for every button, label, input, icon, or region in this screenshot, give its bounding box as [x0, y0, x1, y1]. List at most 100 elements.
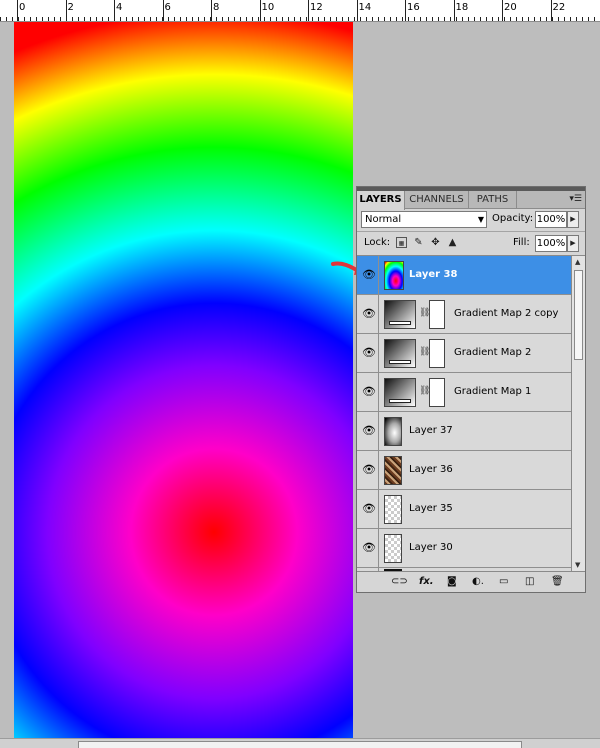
fill-slider-button[interactable]: ▶ — [567, 235, 579, 252]
layer-row-layer-35[interactable]: 👁 Layer 35 — [357, 490, 571, 529]
ruler-tick — [102, 17, 103, 21]
visibility-toggle[interactable]: 👁 — [357, 412, 379, 450]
ruler-major-tick — [162, 0, 164, 21]
ruler-gutter — [0, 22, 14, 748]
ruler-tick — [402, 17, 403, 21]
layer-name: Gradient Map 2 copy — [454, 308, 559, 319]
gradient-map-thumbnail-icon — [384, 300, 416, 329]
panel-menu-icon[interactable]: ▾☰ — [569, 194, 582, 204]
lock-image-pixels-icon[interactable]: ✎ — [413, 237, 424, 248]
blend-mode-value: Normal — [365, 214, 402, 225]
scroll-thumb[interactable] — [574, 270, 583, 360]
adjustment-layer-icon[interactable]: ◐. — [472, 575, 484, 589]
eye-icon: 👁 — [362, 307, 376, 320]
tab-paths[interactable]: PATHS — [469, 191, 517, 209]
ruler-label: 12 — [310, 2, 323, 13]
trash-icon[interactable]: 🗑 — [551, 575, 564, 589]
lock-transparent-pixels-icon[interactable]: ▦ — [396, 237, 407, 248]
layer-mask-thumbnail — [429, 339, 445, 368]
rainbow-radial-gradient — [14, 22, 353, 738]
tab-channels[interactable]: CHANNELS — [405, 191, 469, 209]
ruler-tick — [336, 17, 337, 21]
fx-icon[interactable]: fx. — [419, 575, 434, 589]
ruler-tick — [564, 17, 565, 21]
ruler-tick — [408, 17, 409, 21]
layer-row-gradient-map-2[interactable]: 👁 ⛓ Gradient Map 2 — [357, 334, 571, 373]
ruler-tick — [138, 17, 139, 21]
ruler-tick — [294, 17, 295, 21]
ruler-tick — [318, 17, 319, 21]
ruler-major-tick — [502, 0, 503, 21]
visibility-toggle[interactable]: 👁 — [357, 490, 379, 528]
ruler-tick — [108, 17, 109, 21]
eye-icon: 👁 — [362, 346, 376, 359]
add-mask-icon[interactable]: ◙ — [447, 575, 457, 589]
ruler-tick — [366, 17, 367, 21]
layer-list-scrollbar[interactable]: ▲ ▼ — [571, 255, 585, 571]
visibility-toggle[interactable]: 👁 — [357, 295, 379, 333]
ruler-tick — [0, 17, 1, 21]
ruler-label: 20 — [504, 2, 517, 13]
ruler-tick — [588, 17, 589, 21]
new-group-icon[interactable]: ▭ — [499, 575, 508, 589]
ruler-tick — [186, 17, 187, 21]
eye-icon: 👁 — [362, 385, 376, 398]
eye-icon: 👁 — [362, 424, 376, 437]
document-canvas[interactable] — [14, 22, 353, 738]
ruler-tick — [222, 17, 223, 21]
layers-panel-footer: ⊂⊃ fx. ◙ ◐. ▭ ◫ 🗑 — [357, 571, 585, 592]
scroll-down-icon[interactable]: ▼ — [575, 561, 580, 569]
ruler-major-tick — [405, 0, 406, 21]
visibility-toggle[interactable]: 👁 — [357, 529, 379, 567]
ruler-tick — [198, 17, 199, 21]
rainbow-thumbnail-icon — [385, 262, 403, 289]
ruler-tick — [342, 17, 343, 21]
ruler-tick — [438, 17, 439, 21]
layer-row-layer-36[interactable]: 👁 Layer 36 — [357, 451, 571, 490]
ruler-tick — [420, 17, 421, 21]
layer-row-layer-38[interactable]: 👁 Layer 38 — [357, 256, 571, 295]
ruler-tick — [432, 17, 433, 21]
ruler-tick — [384, 17, 385, 21]
ruler-label: 2 — [67, 2, 74, 13]
tab-layers[interactable]: LAYERS — [357, 191, 405, 210]
scroll-up-icon[interactable]: ▲ — [575, 258, 580, 266]
ruler-tick — [150, 17, 151, 21]
ruler-tick — [240, 17, 241, 21]
ruler-tick — [156, 17, 157, 21]
ruler-tick — [456, 17, 457, 21]
ruler-tick — [534, 17, 535, 21]
ruler-tick — [180, 17, 181, 21]
fill-field[interactable]: 100% — [535, 235, 567, 252]
scroll-thumb[interactable] — [78, 741, 522, 748]
ruler-tick — [414, 17, 415, 21]
lock-position-icon[interactable]: ✥ — [430, 237, 441, 248]
ruler-label: 0 — [19, 2, 26, 13]
visibility-toggle[interactable]: 👁 — [357, 334, 379, 372]
layer-row-gradient-map-2-copy[interactable]: 👁 ⛓ Gradient Map 2 copy — [357, 295, 571, 334]
link-layers-icon[interactable]: ⊂⊃ — [391, 575, 408, 589]
opacity-label: Opacity: — [492, 213, 534, 224]
visibility-toggle[interactable]: 👁 — [357, 256, 379, 294]
lock-all-icon[interactable]: ▲ — [447, 237, 458, 248]
opacity-slider-button[interactable]: ▶ — [567, 211, 579, 228]
ruler-tick — [324, 17, 325, 21]
visibility-toggle[interactable]: 👁 — [357, 451, 379, 489]
visibility-toggle[interactable]: 👁 — [357, 373, 379, 411]
ruler-tick — [546, 17, 547, 21]
horizontal-scrollbar[interactable] — [0, 738, 600, 748]
blend-mode-select[interactable]: Normal ▼ — [361, 211, 487, 228]
ruler-tick — [264, 17, 265, 21]
opacity-field[interactable]: 100% — [535, 211, 567, 228]
layer-row-gradient-map-1[interactable]: 👁 ⛓ Gradient Map 1 — [357, 373, 571, 412]
ruler-tick — [486, 17, 487, 21]
panel-tabs: LAYERS CHANNELS PATHS ▾☰ — [357, 191, 585, 210]
layer-name: Gradient Map 2 — [454, 347, 532, 358]
layer-row-layer-30[interactable]: 👁 Layer 30 — [357, 529, 571, 568]
layer-name: Layer 30 — [409, 542, 453, 553]
new-layer-icon[interactable]: ◫ — [525, 575, 534, 589]
ruler-tick — [354, 17, 355, 21]
layer-row-layer-37[interactable]: 👁 Layer 37 — [357, 412, 571, 451]
ruler-tick — [390, 17, 391, 21]
layer-thumbnail — [384, 261, 404, 290]
